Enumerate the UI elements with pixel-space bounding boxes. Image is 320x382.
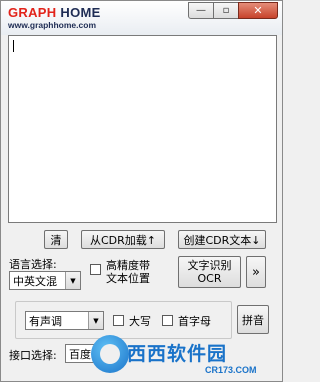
- language-selected: 中英文混: [13, 274, 57, 288]
- chevron-down-icon: ▼: [88, 312, 103, 329]
- graphhome-logo: GRAPH HOME www.graphhome.com: [8, 5, 101, 30]
- minimize-button[interactable]: —: [188, 2, 214, 19]
- interface-selected: 百度: [69, 347, 91, 361]
- logo-url: www.graphhome.com: [8, 20, 97, 30]
- create-cdr-text-button[interactable]: 创建CDR文本↓: [178, 230, 266, 249]
- high-precision-label: 高精度带 文本位置: [106, 259, 150, 285]
- chevron-down-icon: ▼: [65, 272, 80, 289]
- tone-selected: 有声调: [29, 314, 62, 328]
- uppercase-checkbox[interactable]: [113, 315, 124, 326]
- ocr-label-line1: 文字识别: [187, 259, 232, 272]
- title-bar[interactable]: GRAPH HOME www.graphhome.com — ▫ ✕: [1, 1, 282, 35]
- language-select[interactable]: 中英文混 ▼: [9, 271, 81, 290]
- logo-part1: GRAPH: [8, 5, 57, 20]
- initials-label: 首字母: [178, 315, 211, 328]
- watermark: 西西软件园 CR173.COM: [89, 331, 284, 382]
- app-window: GRAPH HOME www.graphhome.com — ▫ ✕ 清 从CD…: [0, 0, 283, 382]
- maximize-button[interactable]: ▫: [213, 2, 239, 19]
- watermark-text: 西西软件园: [127, 343, 228, 365]
- interface-label: 接口选择:: [9, 349, 57, 362]
- text-caret: [13, 40, 14, 52]
- text-editor[interactable]: [8, 35, 277, 223]
- minimize-icon: —: [196, 5, 206, 16]
- high-precision-checkbox[interactable]: [90, 264, 101, 275]
- load-from-cdr-button[interactable]: 从CDR加载↑: [81, 230, 165, 249]
- maximize-icon: ▫: [222, 5, 230, 16]
- pinyin-button[interactable]: 拼音: [237, 305, 269, 334]
- close-icon: ✕: [253, 4, 263, 17]
- logo-part2: HOME: [60, 5, 101, 20]
- uppercase-label: 大写: [129, 315, 151, 328]
- logo-text: GRAPH HOME: [8, 5, 101, 20]
- more-button[interactable]: »: [246, 256, 266, 288]
- ocr-label-line2: OCR: [197, 272, 222, 285]
- tone-select[interactable]: 有声调 ▼: [25, 311, 104, 330]
- close-button[interactable]: ✕: [238, 2, 278, 19]
- clear-button[interactable]: 清: [44, 230, 68, 249]
- watermark-logo-icon: [91, 335, 129, 373]
- initials-checkbox[interactable]: [162, 315, 173, 326]
- watermark-url: CR173.COM: [205, 365, 257, 375]
- ocr-button[interactable]: 文字识别 OCR: [178, 256, 241, 288]
- window-controls: — ▫ ✕: [188, 2, 278, 19]
- high-precision-label-line2: 文本位置: [106, 272, 150, 285]
- high-precision-label-line1: 高精度带: [106, 259, 150, 272]
- language-label: 语言选择:: [9, 258, 57, 271]
